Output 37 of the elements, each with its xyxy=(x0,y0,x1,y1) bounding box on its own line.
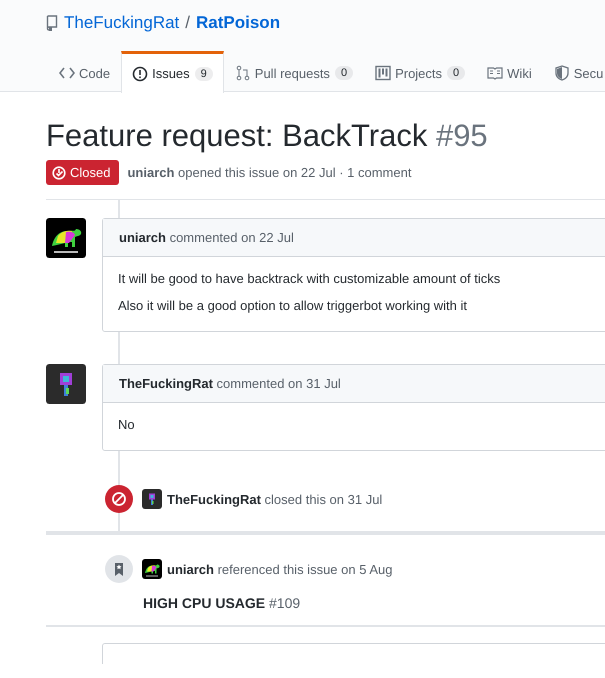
issue-title: Feature request: BackTrack #95 xyxy=(46,118,489,154)
issue-icon xyxy=(132,66,148,82)
shield-icon xyxy=(554,65,570,81)
comment-text: Also it will be a good option to allow triggerbot working with it xyxy=(118,298,468,313)
path-separator: / xyxy=(185,13,190,33)
closed-state-badge: Closed xyxy=(46,160,120,185)
event-text: TheFuckingRat closed this on 31 Jul xyxy=(167,492,382,506)
repo-name-link[interactable]: RatPoison xyxy=(196,13,280,33)
nav-tab[interactable]: Wiki xyxy=(476,51,543,92)
avatar-icon xyxy=(46,218,86,258)
comment-header-text: TheFuckingRat commented on 31 Jul xyxy=(119,376,341,391)
closed-event-icon xyxy=(105,485,133,513)
nav-tab[interactable]: Pull requests 0 xyxy=(224,51,364,92)
avatar-icon xyxy=(142,559,162,579)
comment-text: No xyxy=(118,417,136,432)
event-text: uniarch referenced this issue on 5 Aug xyxy=(167,562,392,576)
tab-counter: 0 xyxy=(334,66,354,80)
nav-tab[interactable]: Projects 0 xyxy=(364,51,476,92)
avatar-icon xyxy=(142,489,162,509)
code-icon xyxy=(59,65,75,81)
project-board-icon xyxy=(375,65,392,81)
nav-tab[interactable]: Issues 9 xyxy=(121,51,224,93)
comment-text: It will be good to have backtrack with customizable amount of ticks xyxy=(118,271,502,286)
issue-meta-text: uniarch opened this issue on 22 Jul · 1 comment xyxy=(127,165,412,180)
referenced-issue-link[interactable]: HIGH CPU USAGE #109 xyxy=(143,589,605,625)
comment-header-text: uniarch commented on 22 Jul xyxy=(119,230,294,245)
tab-counter: 0 xyxy=(447,66,466,80)
repo-icon xyxy=(46,15,58,31)
issue-closed-icon xyxy=(52,166,66,180)
bookmark-icon xyxy=(105,555,133,583)
avatar-icon xyxy=(46,364,86,404)
nav-tab[interactable]: Code xyxy=(48,51,122,92)
tab-counter: 9 xyxy=(194,66,213,80)
repo-owner-link[interactable]: TheFuckingRat xyxy=(64,13,180,33)
book-icon xyxy=(487,65,504,81)
pull-request-icon xyxy=(234,65,251,81)
nav-tab[interactable]: Secu xyxy=(542,51,605,92)
